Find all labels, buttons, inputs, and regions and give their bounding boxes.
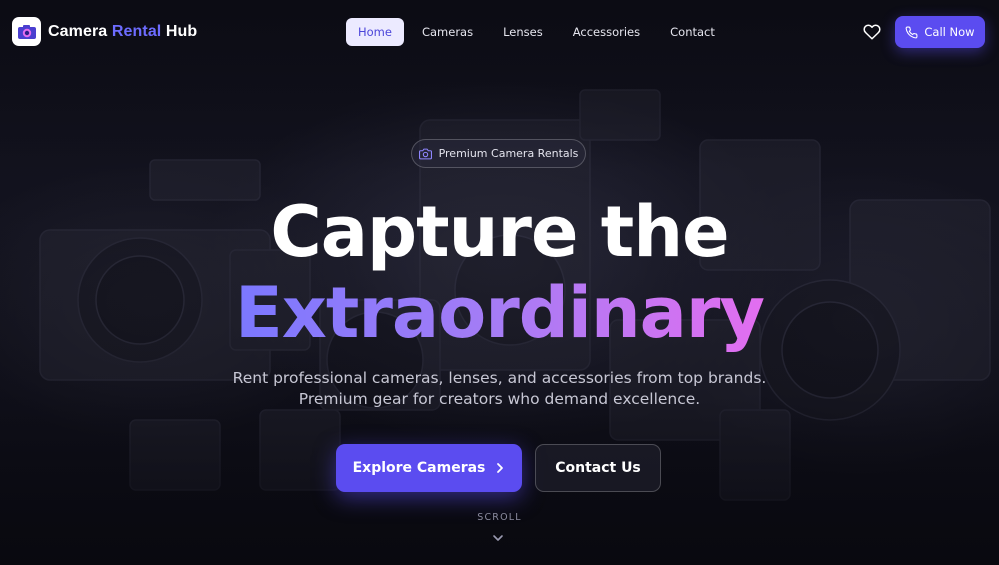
call-now-button[interactable]: Call Now (895, 16, 985, 48)
hero-heading-line1: Capture the (270, 191, 729, 273)
camera-icon (418, 148, 432, 159)
chevron-right-icon (497, 463, 504, 473)
explore-cameras-button[interactable]: Explore Cameras (336, 444, 522, 492)
brand-name: Camera Rental Hub (48, 23, 197, 41)
nav-item-cameras[interactable]: Cameras (410, 18, 485, 46)
badge-text: Premium Camera Rentals (438, 147, 579, 160)
contact-us-button[interactable]: Contact Us (535, 444, 661, 492)
scroll-indicator-label: SCROLL (477, 512, 522, 523)
nav-item-accessories[interactable]: Accessories (561, 18, 652, 46)
call-now-label: Call Now (924, 25, 975, 39)
explore-cameras-label: Explore Cameras (352, 460, 486, 476)
top-navbar: Camera Rental Hub Home Cameras Lenses Ac… (0, 0, 999, 64)
brand-logo[interactable]: Camera Rental Hub (12, 17, 197, 46)
contact-us-label: Contact Us (555, 460, 641, 476)
camera-logo-icon (12, 17, 41, 46)
brand-name-part2: Rental (111, 22, 162, 40)
brand-name-part3: Hub (165, 22, 198, 40)
nav-item-home[interactable]: Home (346, 18, 404, 46)
brand-name-part1: Camera (48, 22, 108, 40)
hero-subtitle-line1: Rent professional cameras, lenses, and a… (232, 369, 767, 387)
chevron-down-icon[interactable] (492, 532, 504, 544)
premium-badge: Premium Camera Rentals (411, 139, 586, 168)
hero-section: Camera Rental Hub Home Cameras Lenses Ac… (0, 0, 999, 565)
hero-heading-gradient-text: Extraordinary (234, 272, 765, 354)
nav-item-contact[interactable]: Contact (658, 18, 727, 46)
hero-heading-line2: Extraordinary (0, 278, 999, 348)
hero-subtitle-line2: Premium gear for creators who demand exc… (298, 390, 701, 408)
nav-item-lenses[interactable]: Lenses (491, 18, 555, 46)
main-menu: Home Cameras Lenses Accessories Contact (346, 18, 727, 46)
phone-icon (906, 26, 918, 38)
heart-icon[interactable] (863, 23, 881, 41)
